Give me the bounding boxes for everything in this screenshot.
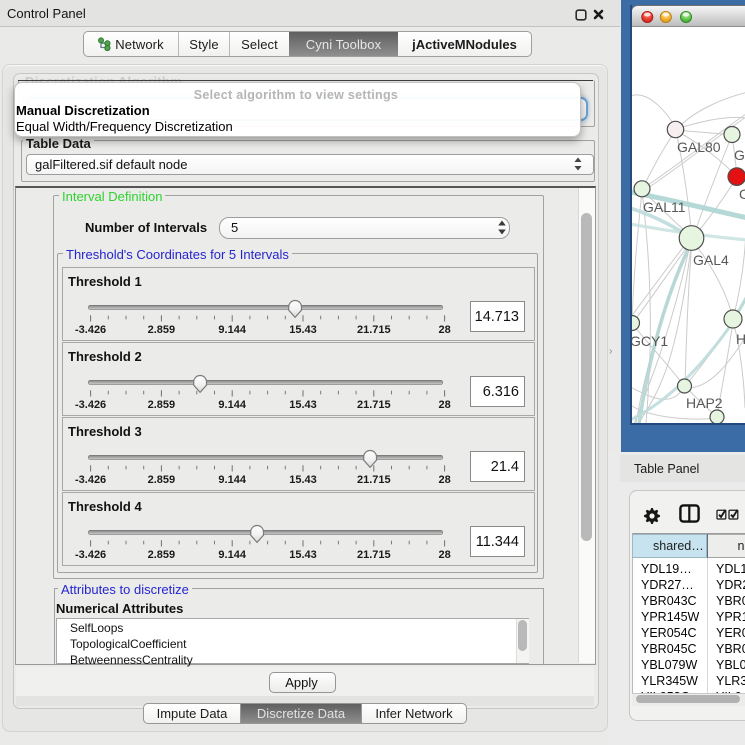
svg-text:GAL11: GAL11 — [643, 199, 686, 215]
svg-text:GAL2: GAL2 — [734, 147, 745, 163]
svg-text:GAL4: GAL4 — [693, 252, 729, 268]
svg-text:HAP2: HAP2 — [686, 395, 723, 411]
svg-text:CDC2: CDC2 — [739, 186, 745, 202]
svg-text:GCY1: GCY1 — [632, 333, 668, 349]
svg-text:GAL80: GAL80 — [677, 139, 721, 155]
svg-text:HIS4: HIS4 — [736, 331, 745, 347]
